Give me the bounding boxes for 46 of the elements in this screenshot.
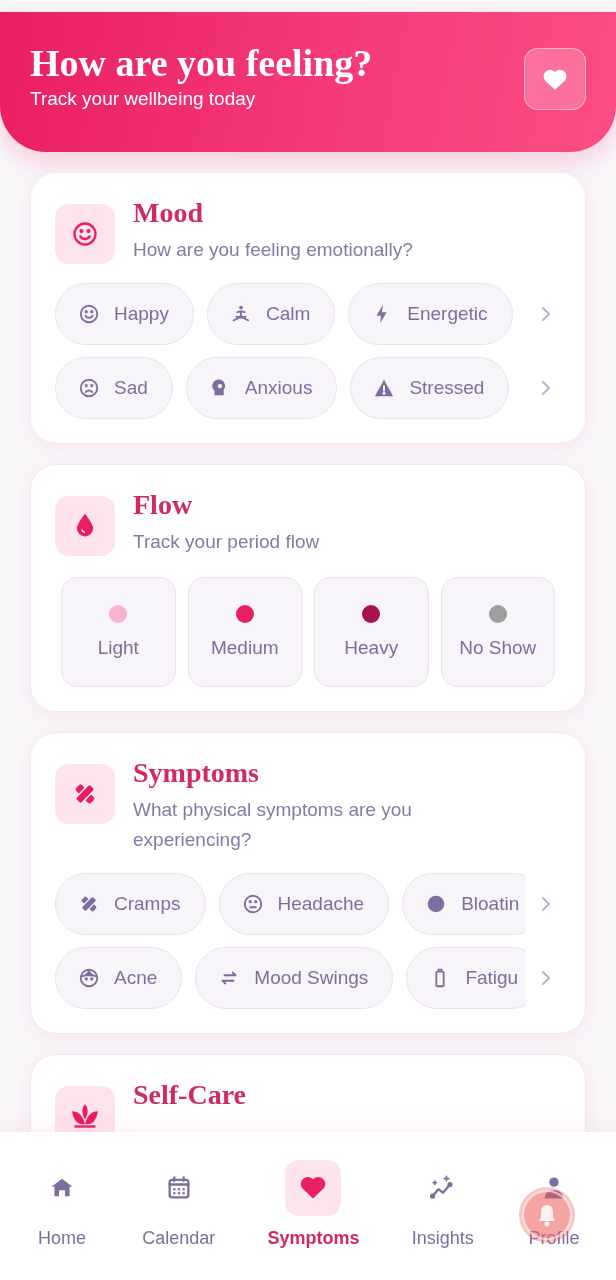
section-subtitle: Track your period flow — [133, 530, 321, 554]
option-chip[interactable]: Calm — [206, 283, 336, 345]
flow-option[interactable]: Medium — [187, 577, 302, 687]
page-subtitle: Track your wellbeing today — [30, 88, 257, 110]
nav-tab[interactable]: Insights — [411, 1160, 474, 1249]
section-title: Flow — [133, 488, 194, 522]
nav-tab[interactable]: Profile — [525, 1160, 582, 1249]
face-icon — [78, 967, 100, 989]
flow-option[interactable]: No Show — [440, 577, 555, 687]
smiley-icon — [78, 303, 100, 325]
chevron-right-icon[interactable] — [540, 379, 552, 397]
section-title: Mood — [133, 196, 204, 230]
option-chip[interactable]: Energetic — [348, 283, 513, 345]
chevron-right-icon[interactable] — [540, 895, 552, 913]
smiley-icon — [71, 220, 99, 248]
section-subtitle: What physical symptoms are you experiencing? — [133, 798, 413, 852]
section-subtitle: How are you feeling emotionally? — [133, 238, 414, 262]
flow-label: Light — [97, 637, 139, 659]
flow-label: Medium — [210, 637, 279, 659]
nav-tab[interactable]: Home — [34, 1160, 91, 1249]
flow-option[interactable]: Heavy — [314, 577, 429, 687]
flow-label: No Show — [459, 637, 537, 659]
chevron-right-icon[interactable] — [540, 969, 552, 987]
nav-tab[interactable]: Symptoms — [267, 1160, 360, 1249]
option-chip[interactable]: Acne — [55, 947, 183, 1009]
option-chip[interactable]: Cramps — [55, 873, 206, 935]
option-chip[interactable]: Stressed — [350, 357, 510, 419]
nav-tab[interactable]: Calendar — [142, 1160, 216, 1249]
sad-face-icon — [78, 377, 100, 399]
chevron-right-icon[interactable] — [540, 305, 552, 323]
favorite-button[interactable] — [524, 48, 586, 110]
option-chip[interactable]: Mood Swings — [195, 947, 394, 1009]
option-chip[interactable]: Sad — [55, 357, 173, 419]
flow-label: Heavy — [344, 637, 399, 659]
neutral-face-icon — [241, 893, 264, 915]
option-chip[interactable]: Headache — [218, 873, 390, 935]
section-title: Self-Care — [133, 1078, 247, 1112]
heart-icon — [542, 67, 568, 91]
section-title: Symptoms — [133, 756, 260, 790]
lotus-icon — [71, 1102, 99, 1130]
option-chip[interactable]: Fatigu — [406, 947, 526, 1009]
page-title: How are you feeling? — [30, 41, 373, 86]
option-chip[interactable]: Anxious — [185, 357, 338, 419]
option-chip[interactable]: Bloatin — [402, 873, 526, 935]
option-chip[interactable]: Happy — [55, 283, 194, 345]
flow-option[interactable]: Light — [61, 577, 176, 687]
